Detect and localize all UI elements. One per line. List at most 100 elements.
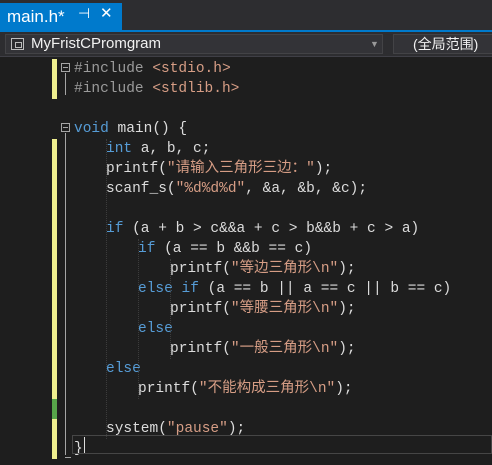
code-token: a, b, c; <box>132 141 211 157</box>
code-line[interactable] <box>0 199 492 219</box>
code-text: if (a + b > c&&a + c > b&&b + c > a) <box>106 219 419 239</box>
unsaved-change-marker <box>52 139 57 159</box>
unsaved-change-marker <box>52 159 57 179</box>
code-line[interactable]: printf("等边三角形\n"); <box>0 259 492 279</box>
code-token: ); <box>314 161 333 177</box>
code-token: if <box>106 221 124 237</box>
code-token: "%d%d%d" <box>175 181 246 197</box>
code-token: "一般三角形\n" <box>230 341 339 357</box>
unsaved-change-marker <box>52 199 57 219</box>
code-token: "等边三角形\n" <box>230 261 339 277</box>
indent-guide <box>170 259 171 359</box>
code-token: ); <box>338 301 356 317</box>
code-token: (a == b || a == c || b == c) <box>198 281 452 297</box>
code-token: ); <box>338 341 356 357</box>
code-line[interactable]: printf("一般三角形\n"); <box>0 339 492 359</box>
code-token: "不能构成三角形\n" <box>198 381 336 397</box>
code-line[interactable]: scanf_s("%d%d%d", &a, &b, &c); <box>0 179 492 199</box>
code-line[interactable]: printf("不能构成三角形\n"); <box>0 379 492 399</box>
code-text: void main() { <box>74 119 187 139</box>
indent-guide <box>138 239 139 399</box>
code-token: if <box>138 241 156 257</box>
code-token: "请输入三角形三边：" <box>166 161 315 177</box>
code-token: #include <box>74 81 153 97</box>
project-icon <box>11 38 24 50</box>
code-token: printf( <box>170 261 231 277</box>
code-token: ); <box>335 381 353 397</box>
code-token: main() { <box>108 121 188 137</box>
code-token: printf( <box>106 161 167 177</box>
code-text: else <box>138 319 173 339</box>
code-token: printf( <box>170 301 231 317</box>
collapse-icon[interactable] <box>61 63 70 72</box>
code-text: int a, b, c; <box>106 139 210 159</box>
unsaved-change-marker <box>52 299 57 319</box>
project-dropdown[interactable]: MyFristCPromgram ▼ <box>5 34 383 54</box>
code-token: scanf_s( <box>106 181 176 197</box>
code-token: void <box>74 121 109 137</box>
code-line[interactable]: int a, b, c; <box>0 139 492 159</box>
code-line[interactable]: printf("请输入三角形三边："); <box>0 159 492 179</box>
code-line[interactable]: else if (a == b || a == c || b == c) <box>0 279 492 299</box>
unsaved-change-marker <box>52 439 57 459</box>
fold-guide-end <box>65 457 71 458</box>
code-text: else if (a == b || a == c || b == c) <box>138 279 451 299</box>
unsaved-change-marker <box>52 179 57 199</box>
code-text: printf("请输入三角形三边："); <box>106 159 332 179</box>
code-line[interactable]: if (a + b > c&&a + c > b&&b + c > a) <box>0 219 492 239</box>
unsaved-change-marker <box>52 339 57 359</box>
tab-title: main.h* <box>7 6 65 26</box>
chevron-down-icon[interactable]: ▼ <box>370 35 379 53</box>
code-text: scanf_s("%d%d%d", &a, &b, &c); <box>106 179 367 199</box>
code-token: printf( <box>170 341 231 357</box>
fold-guide <box>65 133 66 455</box>
project-name: MyFristCPromgram <box>31 35 161 52</box>
collapse-icon[interactable] <box>61 123 70 132</box>
code-token: (a == b &&b == c) <box>155 241 313 257</box>
saved-change-marker <box>52 399 57 419</box>
unsaved-change-marker <box>52 219 57 239</box>
code-line[interactable] <box>0 399 492 419</box>
code-text: printf("一般三角形\n"); <box>170 339 356 359</box>
scope-label: (全局范围) <box>413 36 479 52</box>
code-token: , &a, &b, &c); <box>245 181 368 197</box>
code-line[interactable]: #include <stdlib.h> <box>0 79 492 99</box>
code-line[interactable]: if (a == b &&b == c) <box>0 239 492 259</box>
code-token: (a + b > c&&a + c > b&&b + c > a) <box>123 221 420 237</box>
code-line[interactable]: else <box>0 319 492 339</box>
code-text: printf("等腰三角形\n"); <box>170 299 356 319</box>
code-line[interactable]: printf("等腰三角形\n"); <box>0 299 492 319</box>
unsaved-change-marker <box>52 259 57 279</box>
current-line-highlight <box>72 435 492 454</box>
code-token: int <box>106 141 133 157</box>
unsaved-change-marker <box>52 379 57 399</box>
scope-dropdown[interactable]: (全局范围) <box>393 34 492 54</box>
unsaved-change-marker <box>52 419 57 439</box>
code-token: #include <box>74 61 153 77</box>
code-token: <stdio.h> <box>152 61 231 77</box>
close-icon[interactable]: ✕ <box>100 4 113 22</box>
code-text: else <box>106 359 141 379</box>
code-token: else <box>138 321 173 337</box>
code-editor[interactable]: #include <stdio.h> #include <stdlib.h> voi… <box>0 57 492 465</box>
code-token: ); <box>338 261 356 277</box>
navigation-bar: MyFristCPromgram ▼ (全局范围) <box>0 32 492 57</box>
unsaved-change-marker <box>52 359 57 379</box>
tab-bar: main.h* ⊣ ✕ <box>0 0 492 32</box>
code-token: <stdlib.h> <box>152 81 240 97</box>
code-text: #include <stdlib.h> <box>74 79 239 99</box>
code-text: if (a == b &&b == c) <box>138 239 312 259</box>
code-line[interactable]: void main() { <box>0 119 492 139</box>
tab-main-h[interactable]: main.h* ⊣ ✕ <box>0 3 122 30</box>
code-token: printf( <box>138 381 199 397</box>
unsaved-change-marker <box>52 319 57 339</box>
text-caret <box>84 437 85 453</box>
code-line[interactable]: #include <stdio.h> <box>0 59 492 79</box>
unsaved-change-marker <box>52 79 57 99</box>
pin-icon[interactable]: ⊣ <box>78 5 90 22</box>
code-line[interactable]: else <box>0 359 492 379</box>
code-token: "等腰三角形\n" <box>230 301 339 317</box>
unsaved-change-marker <box>52 59 57 79</box>
code-line[interactable] <box>0 99 492 119</box>
code-text: printf("等边三角形\n"); <box>170 259 356 279</box>
